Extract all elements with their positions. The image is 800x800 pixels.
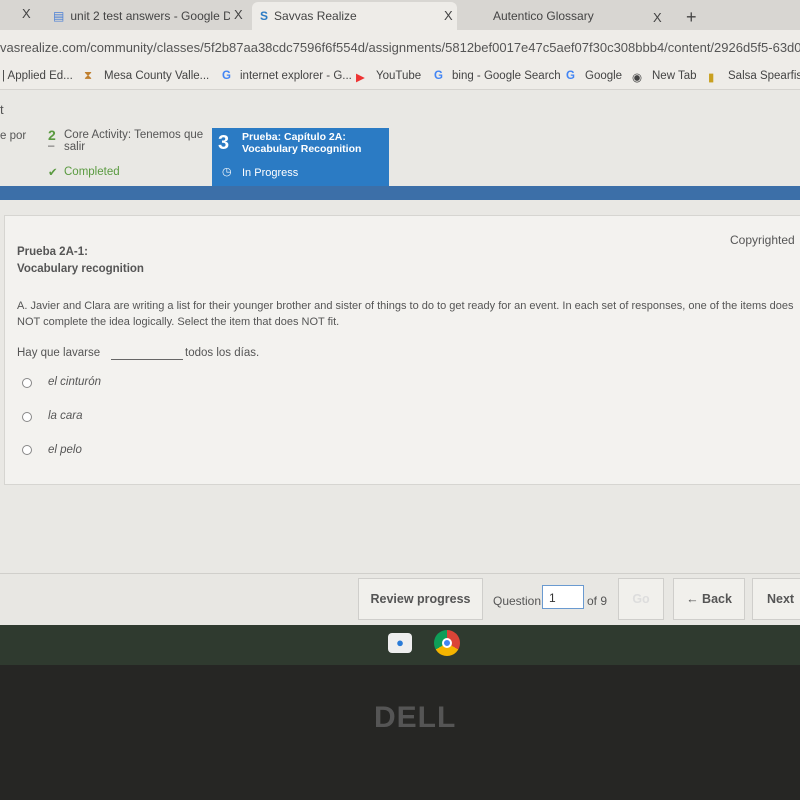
question-nav: Review progress Question 1 of 9 Go ← Bac… (0, 573, 800, 625)
google-icon: G (222, 70, 231, 82)
youtube-icon: ▶ (356, 72, 365, 84)
go-button[interactable]: Go (618, 578, 664, 620)
bookmark[interactable]: YouTube (376, 70, 421, 82)
bookmark[interactable]: Mesa County Valle... (104, 70, 209, 82)
new-tab-button[interactable]: + (686, 7, 697, 28)
bookmark[interactable]: Salsa Spearfish (728, 70, 800, 82)
close-tab-icon[interactable]: X (653, 10, 662, 25)
bookmark[interactable]: Google (585, 70, 622, 82)
globe-icon: ◉ (632, 72, 643, 84)
question-title: Prueba 2A-1: (17, 246, 88, 258)
dell-logo: DELL (374, 701, 457, 734)
progress-strip (0, 186, 800, 200)
camera-icon[interactable]: ● (388, 633, 412, 653)
check-icon: ✔ (48, 167, 58, 179)
chrome-icon[interactable] (434, 630, 460, 656)
tab-google-doc[interactable]: ▤ unit 2 test answers - Google Doc (45, 2, 250, 30)
instructions: A. Javier and Clara are writing a list f… (17, 300, 794, 328)
bookmark[interactable]: bing - Google Search (452, 70, 561, 82)
radio-button[interactable] (22, 378, 32, 388)
question-card: Copyrighted Prueba 2A-1: Vocabulary reco… (4, 215, 800, 485)
bookmark[interactable]: | Applied Ed... (2, 70, 73, 82)
bookmarks-bar: | Applied Ed... ⧗ Mesa County Valle... Gi… (0, 64, 800, 90)
close-tab-icon[interactable]: X (22, 6, 31, 21)
assignment-steps: t e por 2 Core Activity: Tenemos que – s… (0, 90, 800, 200)
tab-autentico-glossary[interactable]: Autentico Glossary (485, 2, 665, 30)
docs-icon: ▤ (53, 9, 65, 23)
close-tab-icon[interactable]: X (234, 7, 243, 22)
mesa-icon: ⧗ (84, 70, 93, 82)
blank (111, 359, 183, 360)
google-icon: G (434, 70, 443, 82)
bag-icon: ▮ (708, 72, 715, 84)
step-1[interactable]: e por (0, 130, 26, 142)
laptop-bezel: DELL (0, 665, 800, 800)
google-icon: G (566, 70, 575, 82)
question-number-input[interactable]: 1 (542, 585, 584, 609)
close-tab-icon[interactable]: X (444, 8, 453, 23)
radio-button[interactable] (22, 445, 32, 455)
back-button[interactable]: ← Back (673, 578, 745, 620)
taskbar: ● (0, 625, 800, 665)
tab-savvas-realize[interactable]: S Savvas Realize (252, 2, 457, 30)
next-button[interactable]: Next → (752, 578, 800, 620)
bookmark[interactable]: internet explorer - G... (240, 70, 352, 82)
bookmark[interactable]: New Tab (652, 70, 697, 82)
savvas-icon: S (260, 9, 269, 23)
review-progress-button[interactable]: Review progress (358, 578, 483, 620)
step-3-active[interactable]: 3 Prueba: Capítulo 2A: Vocabulary Recogn… (212, 128, 389, 186)
address-bar[interactable]: vasrealize.com/community/classes/5f2b87a… (0, 30, 800, 64)
browser-tab-bar: X ▤ unit 2 test answers - Google Doc X SS… (0, 0, 800, 30)
clock-icon: ◷ (222, 166, 232, 178)
assignment-page: t e por 2 Core Activity: Tenemos que – s… (0, 90, 800, 625)
radio-button[interactable] (22, 412, 32, 422)
